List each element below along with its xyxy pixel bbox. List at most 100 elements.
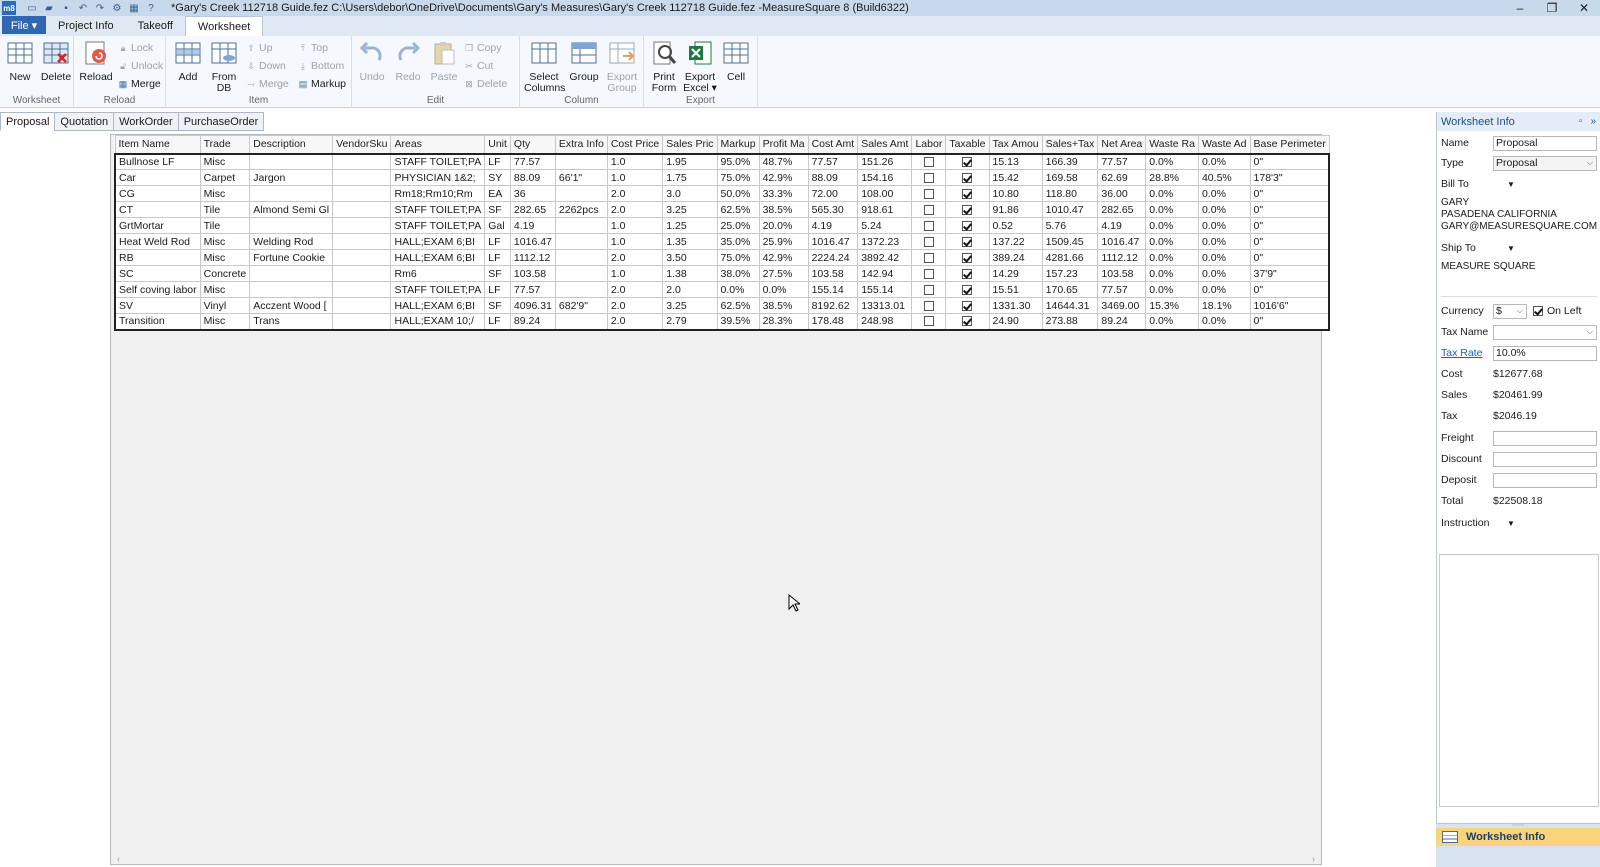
grid-cell[interactable]: 37'9": [1249, 265, 1330, 282]
grid-cell[interactable]: GrtMortar: [114, 217, 201, 234]
grid-cell[interactable]: [332, 185, 392, 202]
grid-cell[interactable]: 4.19: [807, 217, 859, 234]
column-header[interactable]: Unit: [484, 135, 511, 154]
add-item-button[interactable]: Add: [170, 40, 206, 83]
grid-cell[interactable]: LF: [484, 281, 511, 298]
from-db-button[interactable]: From DB: [206, 40, 242, 94]
grid-cell[interactable]: LF: [484, 153, 511, 170]
grid-cell[interactable]: 10.80: [988, 185, 1043, 202]
grid-cell[interactable]: 918.61: [857, 201, 913, 218]
grid-cell[interactable]: 0.0%: [1145, 233, 1199, 250]
grid-cell[interactable]: 4.19: [509, 217, 556, 234]
taxable-checkbox-cell[interactable]: [945, 169, 990, 186]
grid-cell[interactable]: 1016'6": [1249, 297, 1330, 314]
select-columns-button[interactable]: Select Columns: [524, 40, 565, 94]
grid-cell[interactable]: 38.5%: [758, 201, 809, 218]
grid-cell[interactable]: [554, 249, 608, 266]
grid-cell[interactable]: 0": [1249, 281, 1330, 298]
grid-cell[interactable]: 108.00: [857, 185, 913, 202]
grid-cell[interactable]: PHYSICIAN 1&2;: [390, 169, 486, 186]
column-header[interactable]: Sales+Tax: [1041, 135, 1099, 154]
grid-cell[interactable]: Rm6: [390, 265, 486, 282]
grid-cell[interactable]: 0": [1249, 201, 1330, 218]
table-row[interactable]: Heat Weld Rod Misc Welding Rod HALL;EXAM 6;…: [114, 233, 1330, 250]
grid-cell[interactable]: 42.9%: [758, 249, 809, 266]
grid-cell[interactable]: [332, 217, 392, 234]
column-header[interactable]: Description: [249, 135, 334, 154]
move-up-button[interactable]: ⇧ Up: [246, 40, 272, 56]
grid-cell[interactable]: CG: [114, 185, 201, 202]
grid-cell[interactable]: 25.9%: [758, 233, 809, 250]
on-left-checkbox[interactable]: [1533, 306, 1543, 316]
grid-cell[interactable]: 95.0%: [716, 153, 760, 170]
grid-cell[interactable]: 77.57: [1097, 281, 1147, 298]
grid-cell[interactable]: 118.80: [1041, 185, 1099, 202]
bill-to-text[interactable]: GARY PASADENA CALIFORNIA GARY@MEASURESQU…: [1441, 197, 1597, 237]
grid-cell[interactable]: Carpet: [199, 169, 251, 186]
grid-cell[interactable]: Misc: [199, 281, 251, 298]
table-row[interactable]: Bullnose LF Misc STAFF TOILET;PA LF 77.57 1.0…: [114, 153, 1330, 170]
grid-cell[interactable]: EA: [484, 185, 511, 202]
grid-cell[interactable]: [249, 153, 334, 170]
grid-cell[interactable]: 2.0: [606, 313, 664, 330]
grid-cell[interactable]: 28.8%: [1145, 169, 1199, 186]
grid-cell[interactable]: 72.00: [807, 185, 859, 202]
grid-cell[interactable]: [332, 265, 392, 282]
grid-cell[interactable]: 3.25: [662, 201, 718, 218]
move-bottom-button[interactable]: ⤓ Bottom: [298, 58, 344, 74]
scroll-left-icon[interactable]: ‹: [117, 854, 120, 864]
grid-cell[interactable]: 2.0: [606, 281, 664, 298]
table-row[interactable]: Transition Misc Trans HALL;EXAM 10;/LF 89.24…: [114, 313, 1330, 330]
table-row[interactable]: SV Vinyl Acczent Wood [HALL;EXAM 6;BI SF 409…: [114, 297, 1330, 314]
table-row[interactable]: GrtMortar Tile STAFF TOILET;PA Gal 4.19 1.0 1.…: [114, 217, 1330, 234]
bill-to-dropdown-icon[interactable]: ▼: [1507, 180, 1515, 189]
delete-worksheet-button[interactable]: Delete: [38, 40, 74, 83]
grid-cell[interactable]: 1.35: [662, 233, 718, 250]
new-worksheet-button[interactable]: New: [2, 40, 38, 83]
grid-cell[interactable]: 4096.31: [509, 297, 556, 314]
column-header[interactable]: Cost Price: [606, 135, 664, 154]
grid-cell[interactable]: 75.0%: [716, 249, 760, 266]
grid-cell[interactable]: [332, 313, 392, 330]
grid-cell[interactable]: [249, 217, 334, 234]
grid-cell[interactable]: 8192.62: [807, 297, 859, 314]
grid-cell[interactable]: 3469.00: [1097, 297, 1147, 314]
maximize-panel-icon[interactable]: ▫: [1579, 116, 1583, 127]
grid-cell[interactable]: 1016.47: [509, 233, 556, 250]
grid-cell[interactable]: SF: [484, 265, 511, 282]
column-header[interactable]: Item Name: [114, 135, 201, 154]
grid-cell[interactable]: 75.0%: [716, 169, 760, 186]
markup-button[interactable]: ▤ Markup: [298, 76, 346, 92]
grid-cell[interactable]: 1112.12: [509, 249, 556, 266]
grid-cell[interactable]: 248.98: [857, 313, 913, 330]
grid-cell[interactable]: 1.0: [606, 265, 664, 282]
labor-checkbox-cell[interactable]: [911, 249, 947, 266]
grid-cell[interactable]: 0.0%: [1197, 185, 1251, 202]
grid-cell[interactable]: 166.39: [1041, 153, 1099, 170]
lock-button[interactable]: 🔒︎ Lock: [118, 40, 154, 56]
taxable-checkbox[interactable]: [962, 252, 973, 263]
grid-cell[interactable]: 0.0%: [1197, 249, 1251, 266]
grid-cell[interactable]: 4.19: [1097, 217, 1147, 234]
labor-checkbox[interactable]: [923, 204, 934, 215]
labor-checkbox[interactable]: [923, 188, 934, 199]
labor-checkbox-cell[interactable]: [911, 281, 947, 298]
grid-cell[interactable]: 91.86: [988, 201, 1043, 218]
grid-cell[interactable]: 15.13: [988, 153, 1043, 170]
grid-cell[interactable]: 0": [1249, 185, 1330, 202]
grid-cell[interactable]: 3.25: [662, 297, 718, 314]
deposit-field[interactable]: [1493, 472, 1597, 488]
grid-cell[interactable]: Misc: [199, 249, 251, 266]
grid-cell[interactable]: 3.0: [662, 185, 718, 202]
labor-checkbox-cell[interactable]: [911, 169, 947, 186]
grid-cell[interactable]: 0.0%: [1145, 249, 1199, 266]
grid-cell[interactable]: 0": [1249, 217, 1330, 234]
grid-cell[interactable]: 1.0: [606, 169, 664, 186]
grid-cell[interactable]: 35.0%: [716, 233, 760, 250]
grid-cell[interactable]: 0": [1249, 249, 1330, 266]
labor-checkbox-cell[interactable]: [911, 233, 947, 250]
labor-checkbox-cell[interactable]: [911, 217, 947, 234]
horizontal-scrollbar[interactable]: ‹ ›: [117, 854, 1315, 864]
grid-cell[interactable]: 282.65: [509, 201, 556, 218]
column-header[interactable]: Cost Amt: [807, 135, 859, 154]
